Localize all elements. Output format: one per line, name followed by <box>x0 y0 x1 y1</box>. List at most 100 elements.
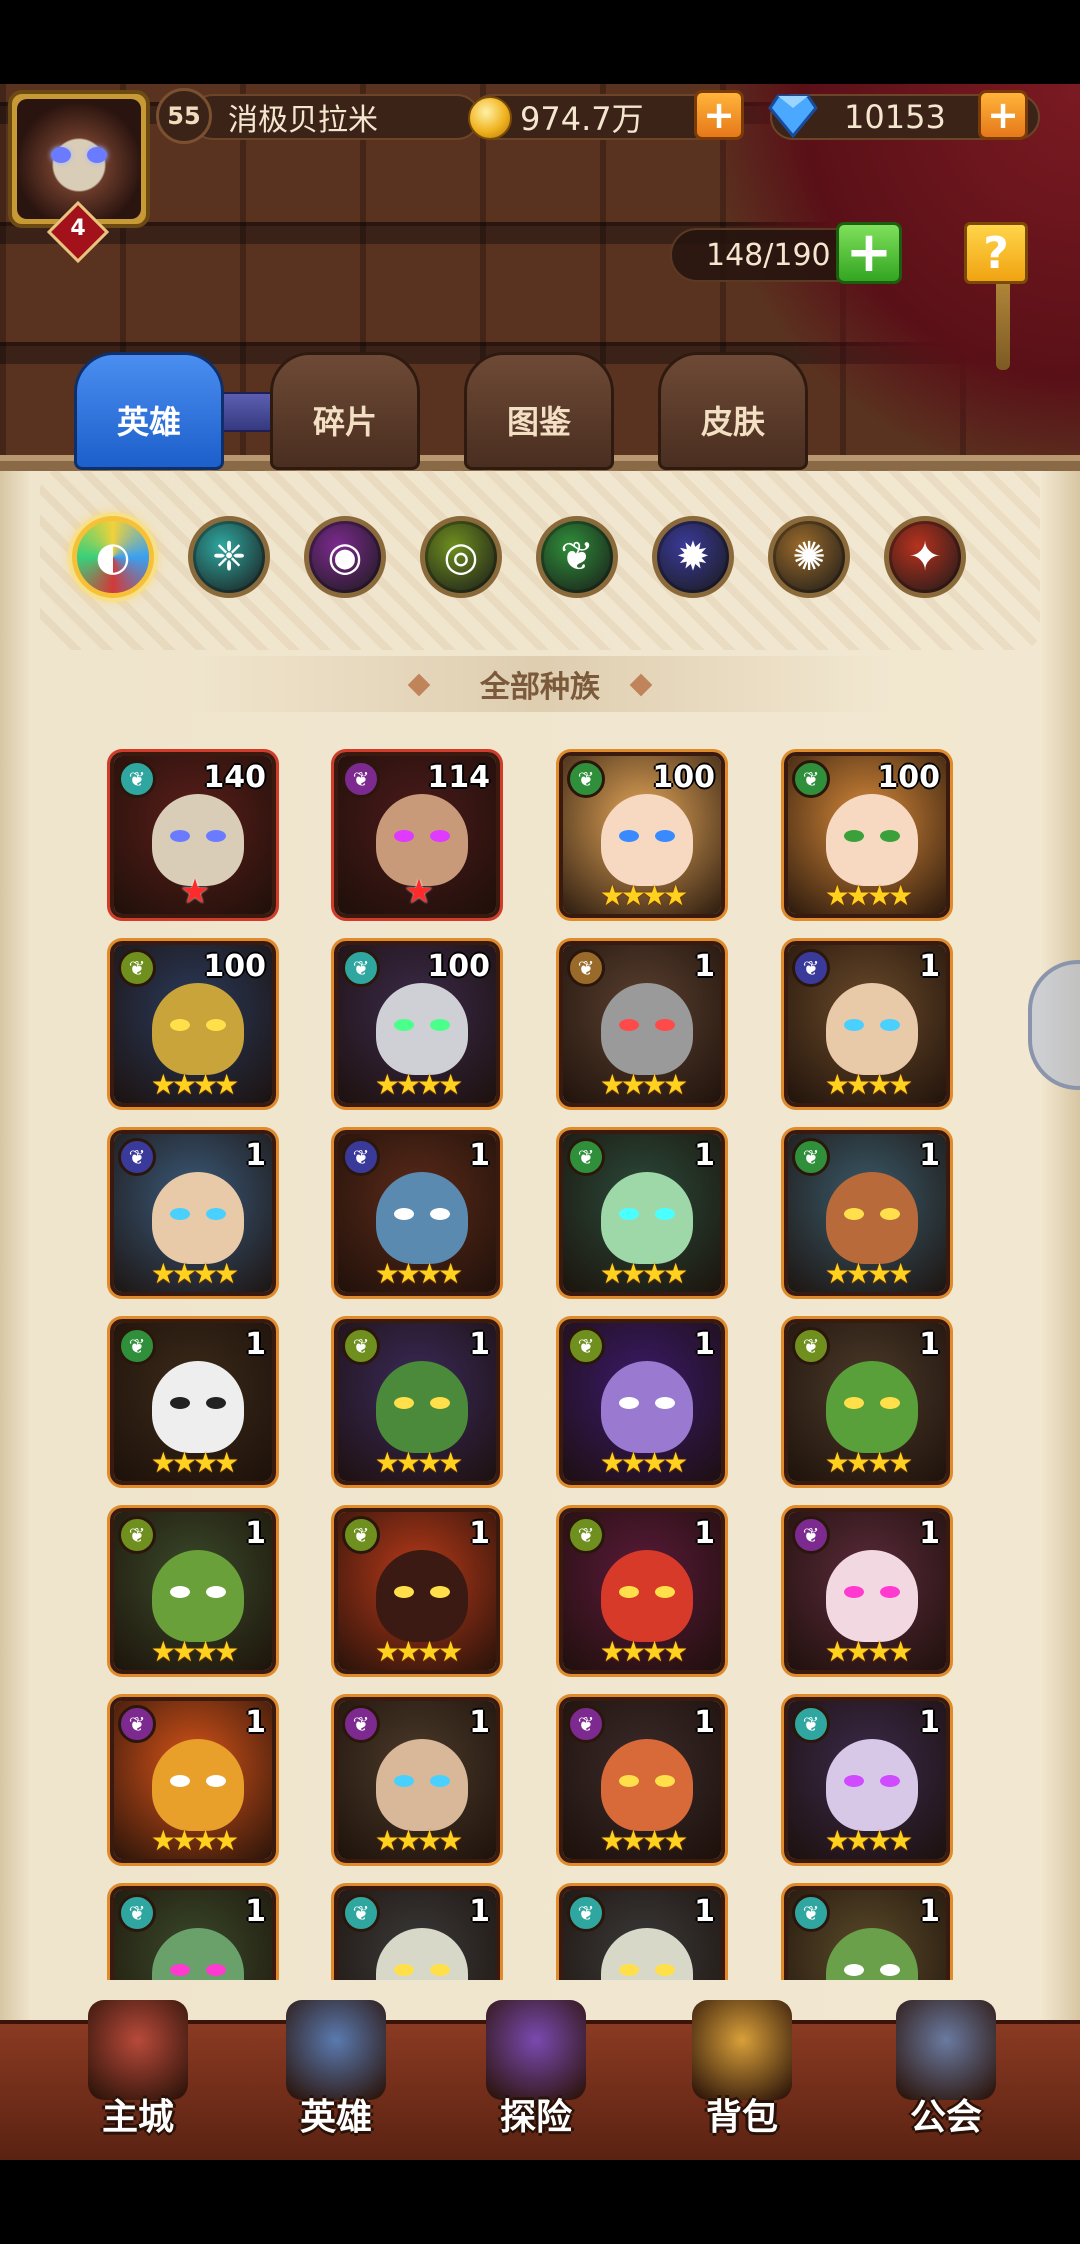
hero-card[interactable]: ❦1★★★★ <box>784 1130 950 1296</box>
hero-card[interactable]: ❦1★★★★ <box>110 1886 276 1980</box>
race-filter-4[interactable]: ❦ <box>536 516 618 598</box>
hero-card[interactable]: ❦1★★★★ <box>334 1886 500 1980</box>
hero-card[interactable]: ❦1★★★★ <box>110 1697 276 1863</box>
race-badge-icon: ❦ <box>118 1516 156 1554</box>
hero-level: 1 <box>245 1516 266 1551</box>
hero-stars: ★★★★ <box>824 1446 913 1479</box>
hero-eyes <box>619 1397 675 1411</box>
hero-card[interactable]: ❦1★★★★ <box>559 1886 725 1980</box>
hero-card[interactable]: ❦1★★★★ <box>784 1886 950 1980</box>
hero-card[interactable]: ❦ 100 ★★★★ <box>110 941 276 1107</box>
hero-card[interactable]: ❦ 140 ★ <box>110 752 276 918</box>
hero-card[interactable]: ❦1★★★★ <box>559 941 725 1107</box>
hero-eyes <box>170 1586 226 1600</box>
hero-stars: ★★★★ <box>150 1446 239 1479</box>
hero-card[interactable]: ❦ 100 ★★★★ <box>334 941 500 1107</box>
hero-card[interactable]: ❦1★★★★ <box>559 1697 725 1863</box>
hero-card[interactable]: ❦1★★★★ <box>559 1508 725 1674</box>
race-emblem-icon: ✦ <box>908 534 942 580</box>
hero-stars: ★★★★ <box>599 1635 688 1668</box>
hero-card[interactable]: ❦ 114 ★ <box>334 752 500 918</box>
hero-stars: ★★★★ <box>599 1446 688 1479</box>
race-badge-icon: ❦ <box>118 949 156 987</box>
hero-level: 1 <box>694 1138 715 1173</box>
hero-level: 1 <box>469 1894 490 1929</box>
hero-eyes <box>394 1019 450 1033</box>
hero-card[interactable]: ❦1★★★★ <box>784 1319 950 1485</box>
hero-stars: ★★★★ <box>824 1824 913 1857</box>
hero-eyes <box>844 830 900 844</box>
hero-level: 114 <box>427 760 490 795</box>
race-filter-2[interactable]: ◉ <box>304 516 386 598</box>
add-gold-button[interactable]: + <box>694 90 744 140</box>
tab-codex[interactable]: 图鉴 <box>464 352 614 470</box>
hero-level: 1 <box>245 1894 266 1929</box>
vip-level: 4 <box>70 216 86 241</box>
hero-stars: ★★★★ <box>374 1635 463 1668</box>
race-badge-icon: ❦ <box>567 760 605 798</box>
nav-portal[interactable]: 探险 <box>446 1990 626 2150</box>
tab-fragments[interactable]: 碎片 <box>270 352 420 470</box>
hero-card[interactable]: ❦1★★★★ <box>334 1508 500 1674</box>
hero-eyes <box>619 1586 675 1600</box>
hero-card[interactable]: ❦1★★★★ <box>334 1319 500 1485</box>
nav-guild-tower[interactable]: 公会 <box>856 1990 1036 2150</box>
hero-level: 1 <box>694 949 715 984</box>
race-filter-7[interactable]: ✦ <box>884 516 966 598</box>
hero-eyes <box>170 1397 226 1411</box>
hero-grid: ❦ 140 ★ ❦ 114 ★ ❦ 100 ★★★★ ❦ 100 ★★★★ ❦ 100 ★★★★ ❦ 100 ★★… <box>0 740 1080 1980</box>
race-badge-icon: ❦ <box>792 1894 830 1932</box>
nav-castle[interactable]: 主城 <box>48 1990 228 2150</box>
nav-backpack[interactable]: 背包 <box>652 1990 832 2150</box>
hero-level: 100 <box>203 949 266 984</box>
hero-card[interactable]: ❦1★★★★ <box>784 941 950 1107</box>
race-badge-icon: ❦ <box>118 1327 156 1365</box>
tab-skins[interactable]: 皮肤 <box>658 352 808 470</box>
hero-card[interactable]: ❦1★★★★ <box>784 1697 950 1863</box>
race-badge-icon: ❦ <box>567 1138 605 1176</box>
race-filter-5[interactable]: ✹ <box>652 516 734 598</box>
race-filter-6[interactable]: ✺ <box>768 516 850 598</box>
race-emblem-icon: ❈ <box>212 534 246 580</box>
race-badge-icon: ❦ <box>792 949 830 987</box>
hero-level: 1 <box>919 1516 940 1551</box>
nav-label: 探险 <box>499 2097 572 2138</box>
add-diamond-button[interactable]: + <box>978 90 1028 140</box>
hero-card[interactable]: ❦1★★★★ <box>559 1130 725 1296</box>
expand-capacity-button[interactable]: + <box>836 222 902 284</box>
race-badge-icon: ❦ <box>792 1705 830 1743</box>
race-filter-3[interactable]: ◎ <box>420 516 502 598</box>
hero-stars: ★★★★ <box>824 1068 913 1101</box>
hero-stars: ★★★★ <box>824 879 913 912</box>
hero-card[interactable]: ❦1★★★★ <box>110 1319 276 1485</box>
hero-card[interactable]: ❦ 100 ★★★★ <box>559 752 725 918</box>
diamond-icon <box>768 94 818 138</box>
hero-card[interactable]: ❦1★★★★ <box>784 1508 950 1674</box>
hero-stars: ★★★★ <box>150 1068 239 1101</box>
hero-card[interactable]: ❦ 100 ★★★★ <box>784 752 950 918</box>
race-badge-icon: ❦ <box>118 1138 156 1176</box>
hero-eyes <box>844 1397 900 1411</box>
hero-card[interactable]: ❦1★★★★ <box>559 1319 725 1485</box>
race-filter-all[interactable]: ◐ <box>72 516 154 598</box>
hero-card[interactable]: ❦1★★★★ <box>334 1697 500 1863</box>
race-badge-icon: ❦ <box>567 1516 605 1554</box>
hero-level: 1 <box>919 1138 940 1173</box>
hero-card[interactable]: ❦1★★★★ <box>110 1130 276 1296</box>
nav-label: 主城 <box>101 2097 174 2138</box>
race-emblem-icon: ✹ <box>676 534 710 580</box>
castle-icon <box>88 2000 188 2100</box>
hero-level: 100 <box>652 760 715 795</box>
hero-level: 100 <box>427 949 490 984</box>
tab-heroes[interactable]: 英雄 <box>74 352 224 470</box>
hero-card[interactable]: ❦1★★★★ <box>334 1130 500 1296</box>
help-button[interactable]: ? <box>964 222 1028 284</box>
hero-level: 1 <box>469 1516 490 1551</box>
race-badge-icon: ❦ <box>342 1138 380 1176</box>
race-filter-row: ◐ ❈ ◉ ◎ ❦ ✹ ✺ ✦ <box>72 516 992 606</box>
nav-hero-portrait[interactable]: 英雄 <box>246 1990 426 2150</box>
race-filter-1[interactable]: ❈ <box>188 516 270 598</box>
race-emblem-icon: ◎ <box>443 534 479 580</box>
hero-level: 1 <box>694 1705 715 1740</box>
hero-card[interactable]: ❦1★★★★ <box>110 1508 276 1674</box>
